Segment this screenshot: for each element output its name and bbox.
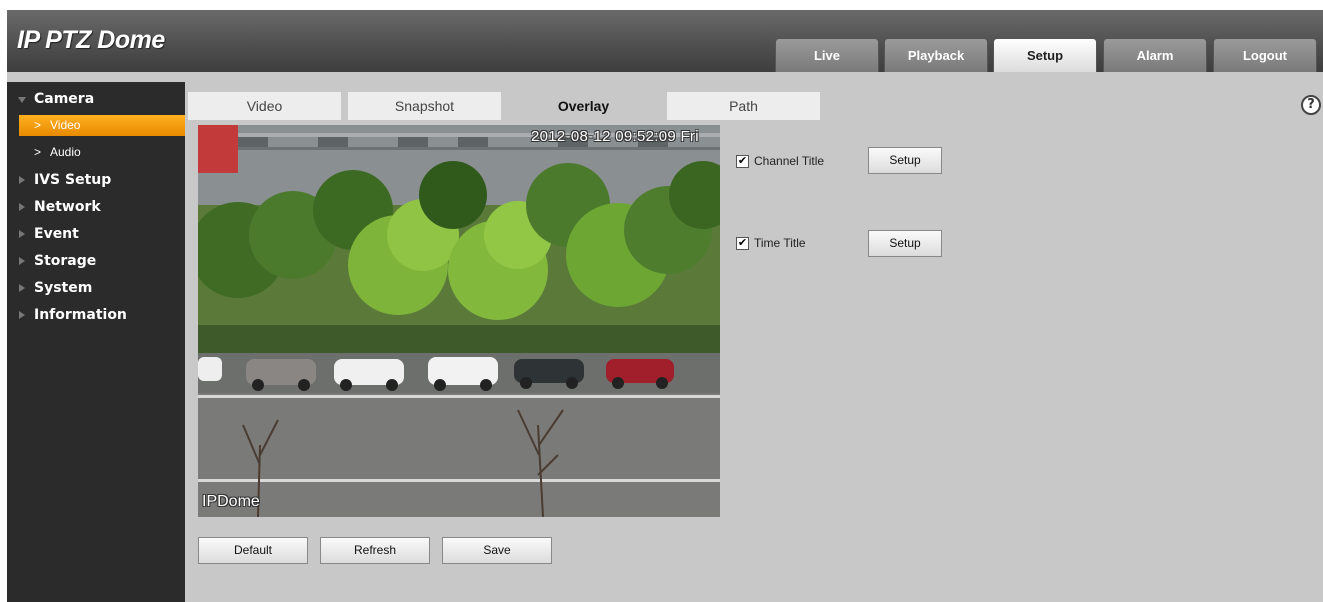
sidebar-item-system[interactable]: System	[7, 277, 185, 299]
nav-setup-button[interactable]: Setup	[993, 38, 1097, 72]
sidebar-item-storage[interactable]: Storage	[7, 250, 185, 272]
expanded-triangle-icon	[18, 97, 26, 103]
sidebar-item-event[interactable]: Event	[7, 223, 185, 245]
collapsed-triangle-icon	[19, 257, 25, 265]
nav-alarm-button[interactable]: Alarm	[1103, 38, 1207, 72]
sidebar-subitem-audio[interactable]: > Audio	[19, 142, 185, 163]
sidebar-subitem-video[interactable]: > Video	[19, 115, 185, 136]
collapsed-triangle-icon	[19, 176, 25, 184]
tab-video[interactable]: Video	[188, 92, 341, 120]
time-title-setup-button[interactable]: Setup	[868, 230, 942, 257]
nav-logout-button[interactable]: Logout	[1213, 38, 1317, 72]
sidebar-item-information[interactable]: Information	[7, 304, 185, 326]
app-window: IP PTZ Dome Live Playback Setup Alarm Lo…	[7, 10, 1323, 602]
channel-title-setup-button[interactable]: Setup	[868, 147, 942, 174]
tab-snapshot[interactable]: Snapshot	[348, 92, 501, 120]
sidebar: Camera > Video > Audio IVS Setup Network…	[7, 82, 185, 602]
camera-scene-image	[198, 125, 720, 517]
channel-title-overlay: IPDome	[202, 493, 260, 510]
default-button[interactable]: Default	[198, 537, 308, 564]
collapsed-triangle-icon	[19, 203, 25, 211]
collapsed-triangle-icon	[19, 311, 25, 319]
time-title-overlay: 2012-08-12 09:52:09 Fri	[531, 128, 699, 145]
chevron-right-icon: >	[34, 118, 42, 132]
save-button[interactable]: Save	[442, 537, 552, 564]
tab-path[interactable]: Path	[667, 92, 820, 120]
channel-title-checkbox[interactable]: ✔	[736, 155, 749, 168]
refresh-button[interactable]: Refresh	[320, 537, 430, 564]
time-title-checkbox[interactable]: ✔	[736, 237, 749, 250]
collapsed-triangle-icon	[19, 230, 25, 238]
time-title-label: Time Title	[754, 236, 806, 250]
chevron-right-icon: >	[34, 145, 42, 159]
nav-live-button[interactable]: Live	[775, 38, 879, 72]
help-icon[interactable]: ?	[1301, 95, 1321, 115]
nav-playback-button[interactable]: Playback	[884, 38, 988, 72]
sidebar-item-network[interactable]: Network	[7, 196, 185, 218]
channel-title-label: Channel Title	[754, 154, 825, 168]
collapsed-triangle-icon	[19, 284, 25, 292]
sidebar-item-camera[interactable]: Camera	[7, 88, 185, 110]
video-preview: 2012-08-12 09:52:09 Fri IPDome	[198, 125, 720, 517]
sidebar-item-ivs-setup[interactable]: IVS Setup	[7, 169, 185, 191]
tab-overlay[interactable]: Overlay	[507, 92, 660, 120]
header-bar: IP PTZ Dome Live Playback Setup Alarm Lo…	[7, 10, 1323, 72]
app-title: IP PTZ Dome	[17, 26, 165, 54]
content-panel: Video Snapshot Overlay Path ? 2012-08-12…	[188, 82, 1323, 602]
